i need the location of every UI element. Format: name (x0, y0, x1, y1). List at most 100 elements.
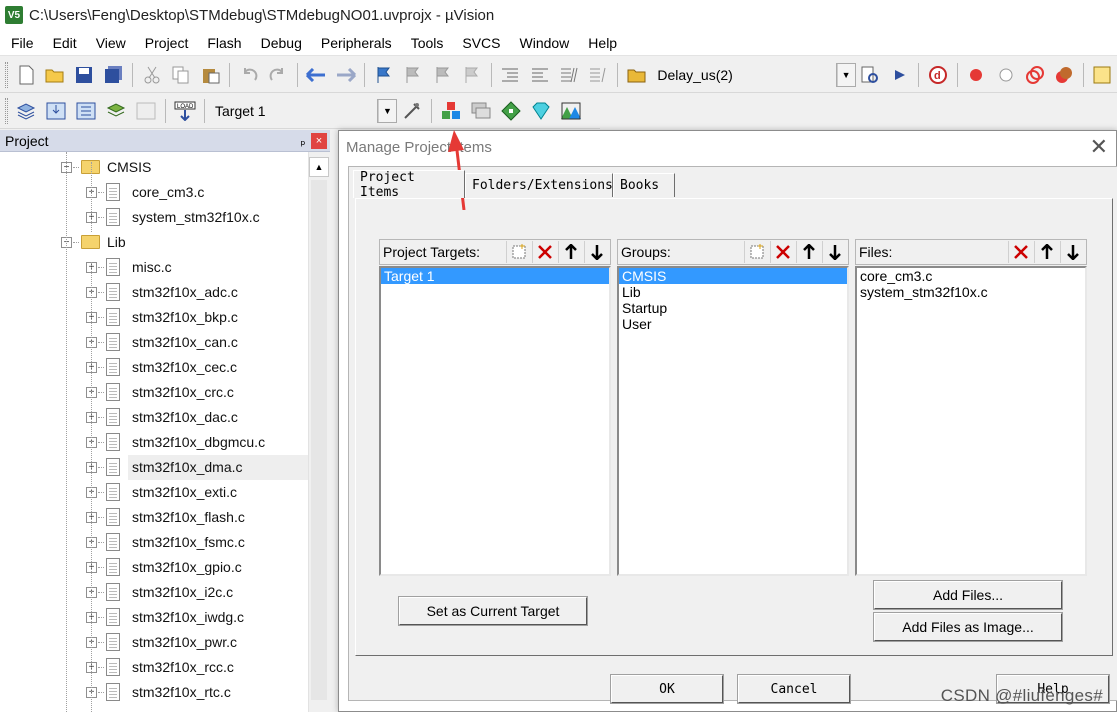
incremental-find-icon[interactable] (888, 63, 911, 87)
list-item[interactable]: CMSIS (619, 268, 847, 284)
list-item[interactable]: system_stm32f10x.c (857, 284, 1085, 300)
menu-project[interactable]: Project (134, 35, 197, 51)
pack-installer-icon[interactable] (499, 99, 523, 123)
move-down-icon[interactable] (822, 241, 846, 263)
tree-item-label: Lib (107, 234, 126, 250)
chevron-down-icon: ▼ (836, 63, 855, 86)
enable-breakpoint-icon[interactable] (994, 63, 1017, 87)
save-all-icon[interactable] (102, 63, 125, 87)
find-in-files-icon[interactable] (625, 63, 648, 87)
multi-project-workspace-icon[interactable] (469, 99, 493, 123)
build-icon[interactable] (44, 99, 68, 123)
cancel-button[interactable]: Cancel (737, 674, 851, 704)
groups-list[interactable]: CMSIS Lib Startup User (617, 266, 849, 576)
cut-icon[interactable] (140, 63, 163, 87)
menu-edit[interactable]: Edit (42, 35, 85, 51)
move-up-icon[interactable] (558, 241, 582, 263)
menu-window[interactable]: Window (509, 35, 578, 51)
tree-connector (98, 342, 104, 343)
close-icon[interactable]: × (311, 132, 327, 149)
stop-build-icon[interactable] (134, 99, 158, 123)
debug-session-icon[interactable]: d (926, 63, 949, 87)
menu-file[interactable]: File (0, 35, 42, 51)
file-icon (106, 383, 120, 401)
kill-all-breakpoints-icon[interactable] (1053, 63, 1076, 87)
copy-icon[interactable] (170, 63, 193, 87)
ok-button[interactable]: OK (610, 674, 724, 704)
delete-icon[interactable] (532, 241, 556, 263)
function-combo[interactable]: Delay_us(2) (651, 63, 836, 87)
targets-list[interactable]: Target 1 (379, 266, 611, 576)
paste-icon[interactable] (199, 63, 222, 87)
clear-bookmarks-icon[interactable] (460, 63, 483, 87)
find-icon[interactable] (859, 63, 882, 87)
batch-build-icon[interactable] (104, 99, 128, 123)
window-layout-icon[interactable] (1091, 63, 1114, 87)
target-combo-dropdown[interactable]: ▼ (377, 98, 397, 123)
list-item[interactable]: Lib (619, 284, 847, 300)
uncomment-icon[interactable] (587, 63, 610, 87)
comment-icon[interactable] (557, 63, 580, 87)
new-item-icon[interactable] (744, 241, 768, 263)
select-packs-icon[interactable] (529, 99, 553, 123)
nav-back-icon[interactable] (305, 63, 328, 87)
delete-icon[interactable] (770, 241, 794, 263)
insert-breakpoint-icon[interactable] (965, 63, 988, 87)
tab-project-items[interactable]: Project Items (353, 170, 465, 200)
tree-connector (91, 162, 92, 232)
tree-folder[interactable] (0, 155, 308, 180)
move-down-icon[interactable] (1060, 241, 1084, 263)
runtime-environment-icon[interactable] (559, 99, 583, 123)
undo-icon[interactable] (237, 63, 260, 87)
disable-all-breakpoints-icon[interactable] (1023, 63, 1046, 87)
new-item-icon[interactable] (506, 241, 530, 263)
scrollbar-thumb[interactable] (311, 180, 327, 700)
move-up-icon[interactable] (796, 241, 820, 263)
add-files-button[interactable]: Add Files... (873, 580, 1063, 610)
list-item[interactable]: Target 1 (381, 268, 609, 284)
load-download-icon[interactable]: LOAD (173, 99, 197, 123)
unindent-icon[interactable] (528, 63, 551, 87)
add-files-as-image-button[interactable]: Add Files as Image... (873, 612, 1063, 642)
move-up-icon[interactable] (1034, 241, 1058, 263)
files-list[interactable]: core_cm3.c system_stm32f10x.c (855, 266, 1087, 576)
rebuild-icon[interactable] (74, 99, 98, 123)
delete-icon[interactable] (1008, 241, 1032, 263)
tab-folders-extensions[interactable]: Folders/Extensions (465, 173, 613, 197)
save-icon[interactable] (73, 63, 96, 87)
nav-forward-icon[interactable] (334, 63, 357, 87)
function-combo-dropdown[interactable]: ▼ (836, 62, 856, 87)
project-tree[interactable]: − CMSIS + core_cm3.c + system_stm32f10x.c − Lib… (0, 152, 308, 712)
translate-icon[interactable] (14, 99, 38, 123)
menu-help[interactable]: Help (577, 35, 625, 51)
tree-folder[interactable] (0, 230, 308, 255)
menu-flash[interactable]: Flash (196, 35, 249, 51)
target-options-icon[interactable] (400, 99, 424, 123)
menu-view[interactable]: View (85, 35, 134, 51)
move-down-icon[interactable] (584, 241, 608, 263)
indent-icon[interactable] (499, 63, 522, 87)
list-item[interactable]: core_cm3.c (857, 268, 1085, 284)
new-file-icon[interactable] (14, 63, 37, 87)
next-bookmark-icon[interactable] (431, 63, 454, 87)
bookmark-icon[interactable] (372, 63, 395, 87)
menu-peripherals[interactable]: Peripherals (310, 35, 400, 51)
prev-bookmark-icon[interactable] (402, 63, 425, 87)
pin-icon[interactable]: ₚ (295, 134, 311, 148)
menu-svcs[interactable]: SVCS (451, 35, 508, 51)
menu-tools[interactable]: Tools (400, 35, 452, 51)
list-item[interactable]: Startup (619, 300, 847, 316)
manage-project-items-icon[interactable] (439, 99, 463, 123)
project-tree-scrollbar[interactable]: ▲ (308, 152, 330, 712)
scroll-up-icon[interactable]: ▲ (309, 157, 329, 177)
list-item[interactable]: User (619, 316, 847, 332)
close-icon[interactable]: ✕ (1090, 136, 1108, 158)
set-current-target-button[interactable]: Set as Current Target (398, 596, 588, 626)
tab-books[interactable]: Books (613, 173, 675, 197)
tree-connector (98, 367, 104, 368)
menu-debug[interactable]: Debug (250, 35, 310, 51)
target-combo[interactable]: Target 1 (209, 99, 377, 123)
open-folder-icon[interactable] (43, 63, 66, 87)
redo-icon[interactable] (267, 63, 290, 87)
svg-text:d: d (934, 70, 941, 82)
